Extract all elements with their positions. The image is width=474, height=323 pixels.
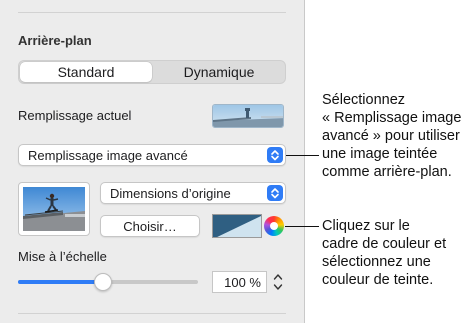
scale-value-field[interactable]: 100 % [212, 271, 267, 293]
callout-line-text: Sélectionnez [322, 92, 406, 108]
panel-border [304, 0, 305, 323]
callout-line-text: « Remplissage image [322, 110, 462, 126]
color-wheel-icon[interactable] [264, 216, 284, 236]
tint-color-well[interactable] [212, 214, 262, 238]
callout-line-text: cadre de couleur et [322, 236, 447, 252]
skateboard-image-thumbnail [23, 187, 85, 231]
background-inspector-panel: Arrière-plan Standard Dynamique Rempliss… [0, 0, 304, 323]
callout-tint-color: Cliquez sur le cadre de couleur et sélec… [322, 217, 446, 289]
callout-line-text: couleur de teinte. [322, 272, 434, 288]
image-thumbnail-well[interactable] [18, 182, 90, 236]
current-fill-label: Remplissage actuel [18, 108, 132, 123]
scale-label: Mise à l’échelle [18, 249, 107, 264]
fill-type-select[interactable]: Remplissage image avancé [18, 144, 286, 166]
scale-slider-knob[interactable] [93, 273, 112, 291]
callout-line-fill [286, 155, 319, 156]
callout-line-text: comme arrière-plan. [322, 164, 452, 180]
chevron-up-down-icon [267, 147, 283, 163]
bottom-divider [18, 313, 286, 314]
top-divider [18, 12, 286, 13]
fill-type-select-value: Remplissage image avancé [28, 147, 188, 163]
chevron-up-down-icon [267, 185, 283, 201]
scale-slider-fill [18, 280, 103, 284]
section-title: Arrière-plan [18, 33, 92, 48]
callout-line-text: une image teintée [322, 146, 438, 162]
callout-line-text: Cliquez sur le [322, 218, 410, 234]
image-scale-select[interactable]: Dimensions d’origine [100, 182, 286, 204]
scale-slider[interactable] [18, 273, 198, 291]
current-fill-swatch[interactable] [212, 104, 284, 128]
callout-line-text: avancé » pour utiliser [322, 128, 460, 144]
choose-image-button[interactable]: Choisir… [100, 215, 200, 237]
tab-standard[interactable]: Standard [20, 62, 152, 82]
stepper-icon[interactable] [271, 270, 285, 294]
background-mode-segmented-control: Standard Dynamique [18, 60, 286, 84]
callout-line-text: sélectionnez une [322, 254, 431, 270]
callout-fill-type: Sélectionnez « Remplissage image avancé … [322, 91, 461, 181]
image-scale-select-value: Dimensions d’origine [110, 185, 231, 201]
callout-line-tint [285, 226, 319, 227]
tab-dynamique[interactable]: Dynamique [153, 62, 285, 82]
